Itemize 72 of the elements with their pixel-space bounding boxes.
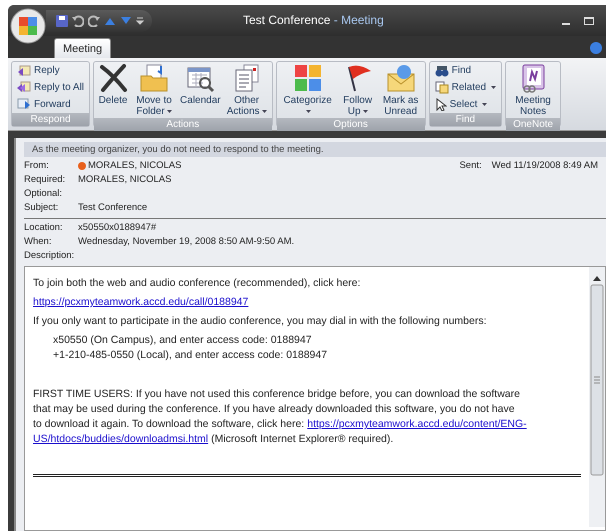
ribbon-button[interactable]: Find xyxy=(432,64,500,76)
reply-all-icon xyxy=(17,81,31,94)
group-label: Respond xyxy=(12,113,90,126)
field-label: Location: xyxy=(24,222,64,233)
ribbon-button[interactable]: Meeting Notes xyxy=(508,63,558,117)
link[interactable]: US/htdocs/buddies/downloadmsi.html xyxy=(33,433,208,445)
maximize-icon[interactable] xyxy=(584,16,594,24)
ribbon-tab[interactable]: Meeting xyxy=(54,38,112,58)
redo-icon[interactable] xyxy=(88,14,100,26)
body-text: (Microsoft Internet Explorer® required). xyxy=(211,433,394,445)
ribbon-button[interactable]: Select xyxy=(432,98,500,110)
save-icon[interactable] xyxy=(56,14,68,26)
group-label: Find xyxy=(430,113,502,126)
link[interactable]: https://pcxmyteamwork.accd.edu/call/0188947 xyxy=(33,296,248,308)
scrollbar[interactable] xyxy=(589,267,605,527)
field-value: Test Conference xyxy=(78,202,148,213)
ribbon-button[interactable]: Categorize xyxy=(278,63,337,117)
field-label: From: xyxy=(24,160,50,171)
caret-icon xyxy=(306,110,312,113)
cursor-icon xyxy=(434,98,447,110)
down-arrow-icon[interactable] xyxy=(120,16,132,26)
caret-icon xyxy=(491,86,496,88)
color-squares-icon xyxy=(292,63,323,93)
envelope-icon xyxy=(386,63,416,93)
caret-icon xyxy=(482,102,488,106)
field-value: MORALES, NICOLAS xyxy=(78,160,182,171)
ribbon-button[interactable]: Move to Folder xyxy=(131,63,178,117)
field-value: Wed 11/19/2008 8:49 AM xyxy=(492,160,598,171)
dial-in-line: +1-210-485-0550 (Local), and enter access code: 0188947 xyxy=(53,349,328,361)
field-label: Description: xyxy=(24,250,76,261)
body-text: to download it again. To download the software, click here: xyxy=(33,418,304,430)
group-label: Options xyxy=(276,118,425,131)
dial-in-line: x50550 (On Campus), and enter access code: 0188947 xyxy=(53,334,313,346)
undo-icon[interactable] xyxy=(72,14,84,26)
caret-icon xyxy=(166,110,172,113)
caret-icon xyxy=(262,110,267,113)
body-text: that may be used during the conference. If you have already downloaded this software, you do not have xyxy=(33,403,515,415)
field-label: Subject: xyxy=(24,202,60,213)
field-label: Optional: xyxy=(24,188,64,199)
delete-icon xyxy=(98,63,128,93)
group-label: Actions xyxy=(94,118,272,131)
ribbon-button[interactable]: Mark as Unread xyxy=(378,63,423,117)
ribbon-button[interactable]: Forward xyxy=(14,98,88,110)
ribbon-button[interactable]: Related xyxy=(432,80,500,94)
ribbon-button[interactable]: Calendar xyxy=(178,63,223,106)
group-label: OneNote xyxy=(506,118,560,131)
field-value: x50550x0188947# xyxy=(78,222,156,233)
presence-icon xyxy=(78,162,86,170)
customize-icon[interactable] xyxy=(136,16,144,24)
body-text: FIRST TIME USERS: If you have not used this conference bridge before, you can download the software xyxy=(33,388,520,400)
field-value: MORALES, NICOLAS xyxy=(78,174,172,185)
forward-icon xyxy=(17,98,31,110)
caret-icon xyxy=(362,110,368,113)
up-arrow-icon[interactable] xyxy=(104,16,116,26)
field-label: Sent: xyxy=(459,160,482,171)
field-label: When: xyxy=(24,236,52,247)
ribbon-button[interactable]: Delete xyxy=(96,63,130,106)
field-label: Required: xyxy=(24,174,66,185)
ribbon-button[interactable]: Other Actions xyxy=(224,63,270,117)
ribbon-button[interactable]: Reply to All xyxy=(14,81,88,94)
binoculars-icon xyxy=(434,64,449,76)
ribbon-button[interactable]: Follow Up xyxy=(338,63,378,117)
reply-icon xyxy=(17,64,31,77)
body-text: If you only want to participate in the audio conference, you may dial in with the following numbers: xyxy=(33,315,488,327)
folder-icon xyxy=(139,63,170,93)
documents-icon xyxy=(434,80,449,94)
window-title: Test Conference - Meeting xyxy=(243,13,384,27)
ribbon-button[interactable]: Reply xyxy=(14,64,88,77)
body-text: To join both the web and audio conference (recommended), click here: xyxy=(33,277,362,289)
field-value: Wednesday, November 19, 2008 8:50 AM-9:50 AM. xyxy=(78,236,294,247)
link[interactable]: https://pcxmyteamwork.accd.edu/content/ENG- xyxy=(307,418,527,430)
info-bar: As the meeting organizer, you do not need to respond to the meeting. xyxy=(24,142,606,157)
